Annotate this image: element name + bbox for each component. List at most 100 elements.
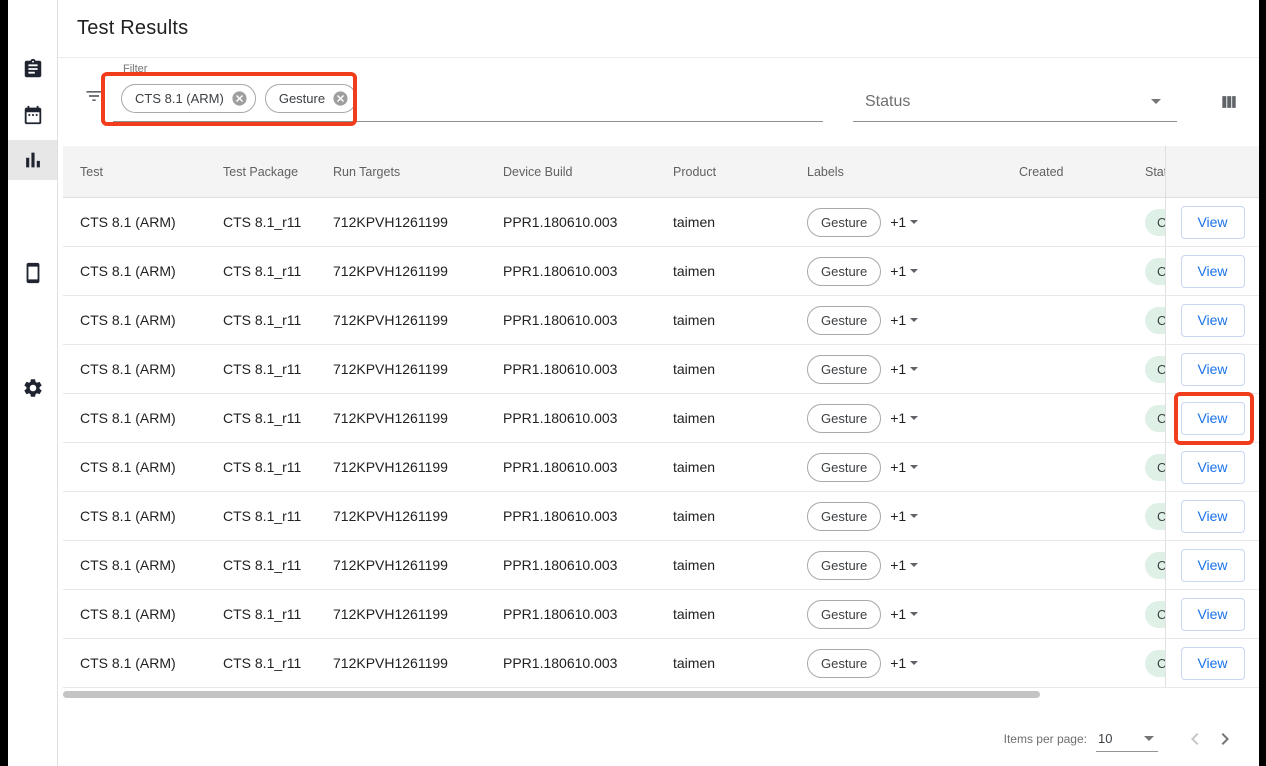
- label-chip[interactable]: Gesture: [807, 502, 881, 531]
- filter-chip-label: CTS 8.1 (ARM): [135, 91, 224, 106]
- labels-more-dropdown[interactable]: +1: [890, 606, 918, 622]
- chevron-down-icon: [910, 465, 918, 469]
- cell-test-package: CTS 8.1_r11: [206, 655, 316, 671]
- sidebar-item-test-plans[interactable]: [8, 49, 57, 89]
- view-button[interactable]: View: [1181, 598, 1245, 631]
- labels-more-dropdown[interactable]: +1: [890, 459, 918, 475]
- page-title: Test Results: [77, 17, 188, 40]
- cell-labels: Gesture +1: [790, 355, 1002, 384]
- view-button[interactable]: View: [1181, 255, 1245, 288]
- cell-run-targets: 712KPVH1261199: [316, 606, 486, 622]
- items-per-page-select[interactable]: 10: [1096, 726, 1158, 752]
- cell-product: taimen: [656, 459, 790, 475]
- label-chip[interactable]: Gesture: [807, 600, 881, 629]
- status-chip: C: [1145, 405, 1165, 432]
- table-row[interactable]: CTS 8.1 (ARM) CTS 8.1_r11 712KPVH1261199…: [63, 541, 1259, 590]
- cell-status: C: [1128, 307, 1165, 334]
- cell-device-build: PPR1.180610.003: [486, 410, 656, 426]
- label-chip[interactable]: Gesture: [807, 208, 881, 237]
- horizontal-scrollbar-thumb[interactable]: [63, 691, 1040, 698]
- cell-status: C: [1128, 503, 1165, 530]
- filter-chip-cts[interactable]: CTS 8.1 (ARM): [121, 84, 256, 113]
- labels-more-dropdown[interactable]: +1: [890, 557, 918, 573]
- sidebar-item-settings[interactable]: [8, 368, 57, 408]
- cell-test: CTS 8.1 (ARM): [63, 312, 206, 328]
- filter-chip-gesture[interactable]: Gesture: [265, 84, 357, 113]
- label-chip[interactable]: Gesture: [807, 355, 881, 384]
- table-row[interactable]: CTS 8.1 (ARM) CTS 8.1_r11 712KPVH1261199…: [63, 345, 1259, 394]
- cell-product: taimen: [656, 263, 790, 279]
- cell-actions: View: [1165, 296, 1259, 344]
- label-chip[interactable]: Gesture: [807, 551, 881, 580]
- close-circle-icon[interactable]: [231, 90, 248, 107]
- column-header-test: Test: [63, 165, 206, 179]
- labels-more-dropdown[interactable]: +1: [890, 508, 918, 524]
- chevron-down-icon: [1144, 736, 1154, 741]
- sidebar-item-test-results[interactable]: [8, 140, 57, 180]
- view-button[interactable]: View: [1181, 304, 1245, 337]
- labels-more-dropdown[interactable]: +1: [890, 312, 918, 328]
- table-row[interactable]: CTS 8.1 (ARM) CTS 8.1_r11 712KPVH1261199…: [63, 590, 1259, 639]
- table-row[interactable]: CTS 8.1 (ARM) CTS 8.1_r11 712KPVH1261199…: [63, 443, 1259, 492]
- labels-more-dropdown[interactable]: +1: [890, 655, 918, 671]
- status-filter-select[interactable]: Status: [853, 63, 1177, 122]
- previous-page-button[interactable]: [1180, 724, 1210, 754]
- results-table: Test Test Package Run Targets Device Bui…: [63, 146, 1259, 688]
- cell-run-targets: 712KPVH1261199: [316, 459, 486, 475]
- labels-more-count: +1: [890, 312, 906, 328]
- table-row[interactable]: CTS 8.1 (ARM) CTS 8.1_r11 712KPVH1261199…: [63, 247, 1259, 296]
- chevron-right-icon: [1213, 727, 1237, 751]
- column-header-actions: [1165, 146, 1259, 197]
- sidebar-item-schedule[interactable]: [8, 95, 57, 135]
- cell-status: C: [1128, 356, 1165, 383]
- labels-more-dropdown[interactable]: +1: [890, 214, 918, 230]
- table-row[interactable]: CTS 8.1 (ARM) CTS 8.1_r11 712KPVH1261199…: [63, 639, 1259, 688]
- filter-field[interactable]: Filter CTS 8.1 (ARM) Gesture: [113, 63, 823, 122]
- view-columns-icon[interactable]: [1219, 92, 1239, 112]
- view-button[interactable]: View: [1181, 549, 1245, 582]
- column-header-device-build: Device Build: [486, 165, 656, 179]
- cell-actions: View: [1165, 590, 1259, 638]
- sidebar-item-devices[interactable]: [8, 253, 57, 293]
- cell-run-targets: 712KPVH1261199: [316, 214, 486, 230]
- cell-run-targets: 712KPVH1261199: [316, 410, 486, 426]
- cell-device-build: PPR1.180610.003: [486, 655, 656, 671]
- cell-test-package: CTS 8.1_r11: [206, 361, 316, 377]
- labels-more-dropdown[interactable]: +1: [890, 361, 918, 377]
- cell-actions: View: [1165, 394, 1259, 442]
- view-button[interactable]: View: [1181, 500, 1245, 533]
- cell-actions: View: [1165, 492, 1259, 540]
- cell-run-targets: 712KPVH1261199: [316, 557, 486, 573]
- table-row[interactable]: CTS 8.1 (ARM) CTS 8.1_r11 712KPVH1261199…: [63, 296, 1259, 345]
- label-chip[interactable]: Gesture: [807, 257, 881, 286]
- table-row[interactable]: CTS 8.1 (ARM) CTS 8.1_r11 712KPVH1261199…: [63, 198, 1259, 247]
- label-chip[interactable]: Gesture: [807, 306, 881, 335]
- items-per-page-value: 10: [1098, 731, 1112, 746]
- label-chip[interactable]: Gesture: [807, 649, 881, 678]
- cell-device-build: PPR1.180610.003: [486, 606, 656, 622]
- labels-more-count: +1: [890, 655, 906, 671]
- table-row[interactable]: CTS 8.1 (ARM) CTS 8.1_r11 712KPVH1261199…: [63, 492, 1259, 541]
- view-button[interactable]: View: [1181, 451, 1245, 484]
- filter-list-icon[interactable]: [84, 86, 104, 106]
- cell-test: CTS 8.1 (ARM): [63, 263, 206, 279]
- view-button[interactable]: View: [1181, 353, 1245, 386]
- labels-more-count: +1: [890, 508, 906, 524]
- labels-more-dropdown[interactable]: +1: [890, 263, 918, 279]
- label-chip[interactable]: Gesture: [807, 404, 881, 433]
- table-row[interactable]: CTS 8.1 (ARM) CTS 8.1_r11 712KPVH1261199…: [63, 394, 1259, 443]
- view-button[interactable]: View: [1181, 206, 1245, 239]
- view-button[interactable]: View: [1181, 647, 1245, 680]
- labels-more-count: +1: [890, 410, 906, 426]
- view-button[interactable]: View: [1181, 402, 1245, 435]
- column-header-test-package: Test Package: [206, 165, 316, 179]
- cell-labels: Gesture +1: [790, 502, 1002, 531]
- next-page-button[interactable]: [1210, 724, 1240, 754]
- labels-more-dropdown[interactable]: +1: [890, 410, 918, 426]
- cell-actions: View: [1165, 541, 1259, 589]
- cell-device-build: PPR1.180610.003: [486, 214, 656, 230]
- cell-labels: Gesture +1: [790, 600, 1002, 629]
- cell-run-targets: 712KPVH1261199: [316, 361, 486, 377]
- close-circle-icon[interactable]: [332, 90, 349, 107]
- label-chip[interactable]: Gesture: [807, 453, 881, 482]
